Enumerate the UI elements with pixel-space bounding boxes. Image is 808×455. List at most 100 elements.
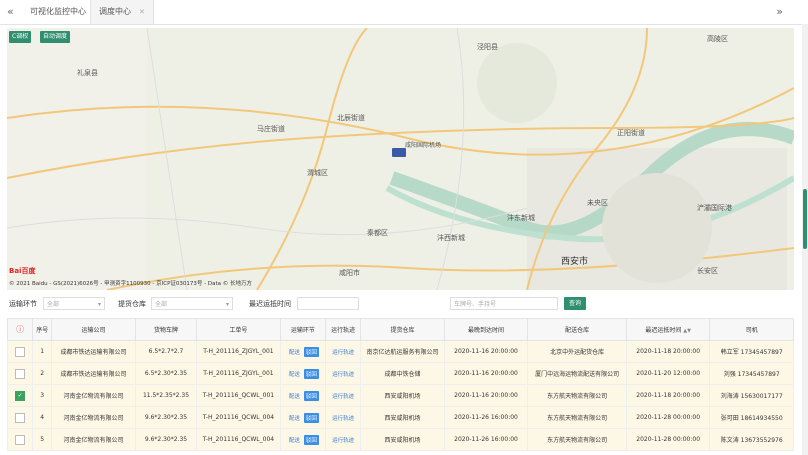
time-filter-label: 最迟运抵时间 (249, 300, 291, 308)
row-warehouse: 西安咸阳机场 (360, 428, 445, 451)
col-arrive: 最晚到达时间 (443, 318, 529, 341)
reject-button[interactable]: 驳回 (303, 434, 319, 445)
row-company: 成都市铁达运输有限公司 (51, 362, 136, 385)
row-track: 运行轨迹 (324, 340, 362, 363)
reject-button[interactable]: 驳回 (303, 390, 319, 401)
query-button[interactable]: 查询 (564, 297, 586, 310)
track-link[interactable]: 运行轨迹 (330, 347, 356, 357)
tab-monitor[interactable]: 可视化监控中心 (22, 0, 94, 24)
map-label: 礼泉县 (77, 69, 98, 77)
row-company: 河南金亿物流有限公司 (51, 384, 136, 407)
row-arrive: 2020-11-16 20:00:00 (443, 362, 529, 385)
map-label: 正阳街道 (617, 129, 645, 137)
dispatch-link[interactable]: 配送 (287, 413, 302, 423)
baidu-logo: Bai百度 (9, 267, 36, 275)
row-arrive: 2020-11-16 20:00:00 (443, 384, 529, 407)
row-plate: 9.6*2.30*2.35 (134, 406, 198, 429)
track-link[interactable]: 运行轨迹 (330, 413, 356, 423)
auto-dispatch-button[interactable]: 自动调度 (40, 31, 71, 43)
warehouse-select[interactable]: 全部 ▾ (151, 297, 233, 310)
table-row[interactable]: 2 成都市铁达运输有限公司 6.5*2.30*2.35 T-H_201116_Z… (6, 362, 794, 385)
warehouse-select-value: 全部 (155, 301, 168, 308)
row-arrive: 2020-11-26 16:00:00 (443, 428, 529, 451)
row-actions: 配送 驳回 (279, 406, 326, 429)
sort-icon[interactable]: ▲▼ (683, 328, 691, 334)
row-driver: 韩立军 17345457897 (709, 340, 794, 363)
scrollbar-thumb[interactable] (803, 189, 807, 249)
row-delivery: 东方航天物流有限公司 (527, 428, 627, 451)
row-checkbox-cell[interactable]: ✓ (6, 384, 34, 407)
col-deadline[interactable]: 最迟运抵时间 ▲▼ (625, 318, 711, 341)
row-driver: 张可田 18614934550 (709, 406, 794, 429)
row-order: T-H_201116_QCWL_001 (196, 384, 281, 407)
warehouse-filter-label: 提货仓库 (118, 300, 146, 308)
map-view[interactable]: 马庄街道 正阳街道 咸阳市 西安市 秦都区 沣西新城 未央区 高陵区 咸阳国际机… (7, 28, 794, 290)
expand-right-icon[interactable]: » (776, 5, 783, 18)
truck-icon[interactable] (392, 148, 406, 157)
col-delivery: 配送仓库 (527, 318, 627, 341)
row-order: T-H_201116_QCWL_004 (196, 406, 281, 429)
reject-button[interactable]: 驳回 (303, 346, 319, 357)
row-checkbox[interactable] (15, 346, 26, 357)
dispatch-link[interactable]: 配送 (287, 347, 302, 357)
row-checkbox[interactable] (15, 412, 26, 423)
adjust-button[interactable]: C调权 (9, 31, 32, 43)
row-checkbox-checked[interactable]: ✓ (15, 390, 26, 401)
reject-button[interactable]: 驳回 (303, 412, 319, 423)
close-icon[interactable]: ✕ (139, 8, 145, 16)
dispatch-table: ⓘ 序号 运输公司 货物车牌 工单号 运输环节 运行轨迹 提货仓库 最晚到达时间… (6, 318, 794, 451)
table-row[interactable]: ✓ 3 河南金亿物流有限公司 11.5*2.35*2.35 T-H_201116… (6, 384, 794, 407)
row-checkbox-cell[interactable] (6, 406, 34, 429)
row-driver: 陈文涛 13673552976 (709, 428, 794, 451)
col-no: 序号 (32, 318, 53, 341)
reject-button[interactable]: 驳回 (303, 368, 319, 379)
row-checkbox[interactable] (15, 368, 26, 379)
map-label: 渭城区 (307, 169, 328, 177)
col-company: 运输公司 (51, 318, 136, 341)
deadline-header-label: 最迟运抵时间 (645, 327, 682, 334)
route-select-value: 全部 (47, 301, 60, 308)
collapse-left-icon[interactable]: « (7, 5, 14, 18)
map-background (7, 28, 794, 290)
row-checkbox[interactable] (15, 434, 26, 445)
track-link[interactable]: 运行轨迹 (330, 435, 356, 445)
row-arrive: 2020-11-26 16:00:00 (443, 406, 529, 429)
row-checkbox-cell[interactable] (6, 340, 34, 363)
row-checkbox-cell[interactable] (6, 428, 34, 451)
row-track: 运行轨迹 (324, 384, 362, 407)
row-checkbox-cell[interactable] (6, 362, 34, 385)
row-deadline: 2020-11-28 00:00:00 (625, 406, 711, 429)
row-warehouse: 成都中铁仓储 (360, 362, 445, 385)
row-delivery: 东方航天物流有限公司 (527, 406, 627, 429)
col-route: 运输环节 (279, 318, 326, 341)
map-label: 浐灞国际港 (697, 204, 732, 212)
time-input[interactable] (297, 297, 359, 310)
row-actions: 配送 驳回 (279, 428, 326, 451)
page-scrollbar[interactable] (802, 24, 808, 455)
map-label: 咸阳市 (339, 269, 360, 277)
map-label: 马庄街道 (257, 125, 285, 133)
track-link[interactable]: 运行轨迹 (330, 391, 356, 401)
dispatch-link[interactable]: 配送 (287, 369, 302, 379)
route-select[interactable]: 全部 ▾ (43, 297, 105, 310)
row-delivery: 北京中外运配货仓库 (527, 340, 627, 363)
map-label: 北辰街道 (337, 114, 365, 122)
chevron-down-icon: ▾ (97, 301, 101, 308)
warning-icon-cell: ⓘ (6, 318, 34, 341)
table-row[interactable]: 5 河南金亿物流有限公司 9.6*2.30*2.35 T-H_201116_QC… (6, 428, 794, 451)
row-warehouse: 西安咸阳机场 (360, 406, 445, 429)
map-label: 西安市 (561, 257, 589, 267)
top-tab-bar: « 可视化监控中心 调度中心 ✕ » (0, 0, 808, 25)
track-link[interactable]: 运行轨迹 (330, 369, 356, 379)
row-deadline: 2020-11-18 20:00:00 (625, 340, 711, 363)
search-input[interactable]: 车牌号、手持号 (450, 297, 558, 310)
tab-label: 可视化监控中心 (30, 7, 86, 16)
row-track: 运行轨迹 (324, 362, 362, 385)
tab-dispatch[interactable]: 调度中心 ✕ (90, 0, 154, 24)
row-warehouse: 南京亿达航运服务有限公司 (360, 340, 445, 363)
dispatch-link[interactable]: 配送 (287, 435, 302, 445)
table-row[interactable]: 4 河南金亿物流有限公司 9.6*2.30*2.35 T-H_201116_QC… (6, 406, 794, 429)
table-row[interactable]: 1 成都市铁达运输有限公司 6.5*2.7*2.7 T-H_201116_ZJG… (6, 340, 794, 363)
col-plate: 货物车牌 (134, 318, 198, 341)
dispatch-link[interactable]: 配送 (287, 391, 302, 401)
